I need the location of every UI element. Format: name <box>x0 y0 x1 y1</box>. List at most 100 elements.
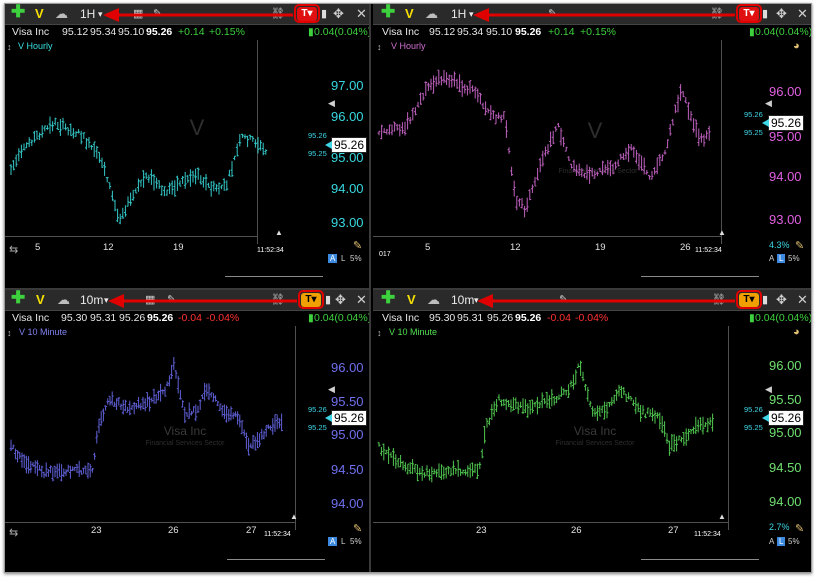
x-tick-1: 5 <box>35 242 41 253</box>
x-tick-3: 19 <box>595 242 606 253</box>
annotation-arrow <box>477 294 735 308</box>
edit-icon[interactable]: ✎ <box>353 239 362 252</box>
up-arrow-icon: ▮ <box>749 312 755 324</box>
scroll-left-icon[interactable]: ⇆ <box>9 526 18 539</box>
x-tick-1: 23 <box>91 525 102 536</box>
horizontal-scrollbar[interactable] <box>641 276 759 277</box>
time-label: 11:52:34 <box>264 531 291 538</box>
log-scale-button[interactable]: L <box>341 254 345 263</box>
price-label-5: 94.00 <box>331 496 364 511</box>
chart-workspace: ✚ V ☁ 1H ▾ ▦ ✎ ⛓ T▾ ▮ ✥ ✕ Visa Inc 95.12… <box>4 3 812 573</box>
chart-toolbar: ✚ V ☁ 10m ▾ ✎ ⛓ T▾ ▮ ✥ ✕ <box>373 290 811 311</box>
price-label-2: 95.50 <box>769 392 802 407</box>
chart-plot[interactable]: ↕ V 10 Minute ◕ Visa Inc Financial Servi… <box>373 326 811 572</box>
company-name: Visa Inc <box>382 312 420 324</box>
volume-pct-label: 2.7% <box>769 522 790 532</box>
percent-scale-button[interactable]: 5% <box>788 254 800 263</box>
price-label-3: 95.00 <box>769 425 802 440</box>
chart-plot[interactable]: ↕ V Hourly V 97.00 96.00 95.00 94.00 93.… <box>5 40 369 288</box>
bid-value: 95.30 <box>61 312 88 324</box>
company-name: Visa Inc <box>12 312 50 324</box>
settings-icon[interactable]: ◀ <box>328 98 335 109</box>
net-change-pct: +0.15% <box>209 26 245 38</box>
ask-side-label: 95.25 <box>744 128 763 137</box>
chart-toolbar: ✚ V ☁ 1H ▾ ▦ ✎ ⛓ T▾ ▮ ✥ ✕ <box>5 4 369 25</box>
price-bars <box>9 116 268 225</box>
time-axis-divider <box>5 236 257 237</box>
horizontal-scrollbar[interactable] <box>225 276 323 277</box>
company-name: Visa Inc <box>382 26 420 38</box>
chart-panel-top-right: ✚ V ☁ 1H ▾ ✎ ⛓ T▾ ▮ ✥ ✕ Visa Inc 95.12 9… <box>373 4 811 290</box>
price-axis-divider <box>728 326 729 530</box>
bid-value: 95.12 <box>62 26 89 38</box>
edit-icon[interactable]: ✎ <box>795 239 804 252</box>
annotation-arrow <box>103 8 293 22</box>
settings-icon[interactable]: ◀ <box>328 384 335 395</box>
time-axis-divider <box>373 522 728 523</box>
last-price-bubble: 95.26 <box>324 137 368 153</box>
chart-plot[interactable]: ↕ V 10 Minute Visa Inc Financial Service… <box>5 326 369 572</box>
percent-scale-button[interactable]: 5% <box>350 537 362 546</box>
auto-scale-button[interactable]: A <box>328 537 338 546</box>
chart-panel-bottom-left: ✚ V ☁ 10m ▾ ▦ ✎ ⛓ T▾ ▮ ✥ ✕ Visa Inc 95.3… <box>5 290 371 572</box>
settings-icon[interactable]: ◀ <box>765 98 772 109</box>
collapse-icon[interactable]: ▲ <box>718 228 726 237</box>
chart-panel-top-left: ✚ V ☁ 1H ▾ ▦ ✎ ⛓ T▾ ▮ ✥ ✕ Visa Inc 95.12… <box>5 4 371 290</box>
horizontal-scrollbar[interactable] <box>227 559 325 560</box>
time-label: 11:52:34 <box>257 247 284 254</box>
x-tick-1: 5 <box>425 242 431 253</box>
ask-value: 95.34 <box>457 26 484 38</box>
chart-toolbar: ✚ V ☁ 1H ▾ ✎ ⛓ T▾ ▮ ✥ ✕ <box>373 4 811 25</box>
collapse-icon[interactable]: ▲ <box>718 512 726 521</box>
collapse-icon[interactable]: ▲ <box>290 512 298 521</box>
price-axis-divider <box>295 326 296 530</box>
settings-icon[interactable]: ◀ <box>765 384 772 395</box>
palette-icon[interactable]: ◕ <box>793 40 800 52</box>
annotation-arrow <box>473 8 735 22</box>
edit-icon[interactable]: ✎ <box>353 522 362 535</box>
log-scale-button[interactable]: L <box>341 537 345 546</box>
x-tick-2: 26 <box>571 525 582 536</box>
session-change: 0.04(0.04%) <box>314 26 371 38</box>
x-tick-3: 27 <box>668 525 679 536</box>
auto-scale-button[interactable]: A <box>769 254 774 263</box>
net-change: +0.14 <box>548 26 575 38</box>
net-change-pct: -0.04% <box>575 312 609 324</box>
x-tick-2: 12 <box>103 242 114 253</box>
low-value: 95.10 <box>118 26 145 38</box>
last-price: 95.26 <box>515 26 542 38</box>
x-tick-4: 26 <box>680 242 691 253</box>
x-tick-3: 19 <box>173 242 184 253</box>
bid-side-label: 95.26 <box>308 131 327 140</box>
net-change: -0.04 <box>178 312 202 324</box>
log-scale-button[interactable]: L <box>777 537 786 546</box>
session-change: 0.04(0.04%) <box>314 312 371 324</box>
percent-scale-button[interactable]: 5% <box>350 254 362 263</box>
ask-value: 95.31 <box>90 312 117 324</box>
price-label-1: 96.00 <box>331 360 364 375</box>
price-label-4: 94.50 <box>331 462 364 477</box>
auto-scale-button[interactable]: A <box>769 537 774 546</box>
price-label-4: 94.50 <box>769 460 802 475</box>
auto-scale-button[interactable]: A <box>328 254 338 263</box>
log-scale-button[interactable]: L <box>777 254 786 263</box>
horizontal-scrollbar[interactable] <box>641 559 759 560</box>
price-label-1: 96.00 <box>769 84 802 99</box>
scroll-left-icon[interactable]: ⇆ <box>9 243 18 256</box>
palette-icon[interactable]: ◕ <box>793 326 800 338</box>
time-axis-divider <box>373 236 721 237</box>
bid-side-label: 95.26 <box>744 405 763 414</box>
price-label-5: 93.00 <box>331 215 364 230</box>
ask-side-label: 95.25 <box>744 423 763 432</box>
quote-bar: Visa Inc 95.12 95.34 95.10 95.26 +0.14 +… <box>5 25 369 39</box>
chart-plot[interactable]: ↕ V Hourly ◕ V Financial Services Sector… <box>373 40 811 288</box>
chart-panel-bottom-right: ✚ V ☁ 10m ▾ ✎ ⛓ T▾ ▮ ✥ ✕ Visa Inc 95.30 … <box>373 290 811 572</box>
net-change: -0.04 <box>547 312 571 324</box>
collapse-icon[interactable]: ▲ <box>275 228 283 237</box>
edit-icon[interactable]: ✎ <box>795 522 804 535</box>
up-arrow-icon: ▮ <box>308 312 314 324</box>
percent-scale-button[interactable]: 5% <box>788 537 800 546</box>
price-label-2: 95.00 <box>769 129 802 144</box>
price-label-1: 97.00 <box>331 78 364 93</box>
quote-bar: Visa Inc 95.30 95.31 95.26 95.26 -0.04 -… <box>373 311 811 325</box>
